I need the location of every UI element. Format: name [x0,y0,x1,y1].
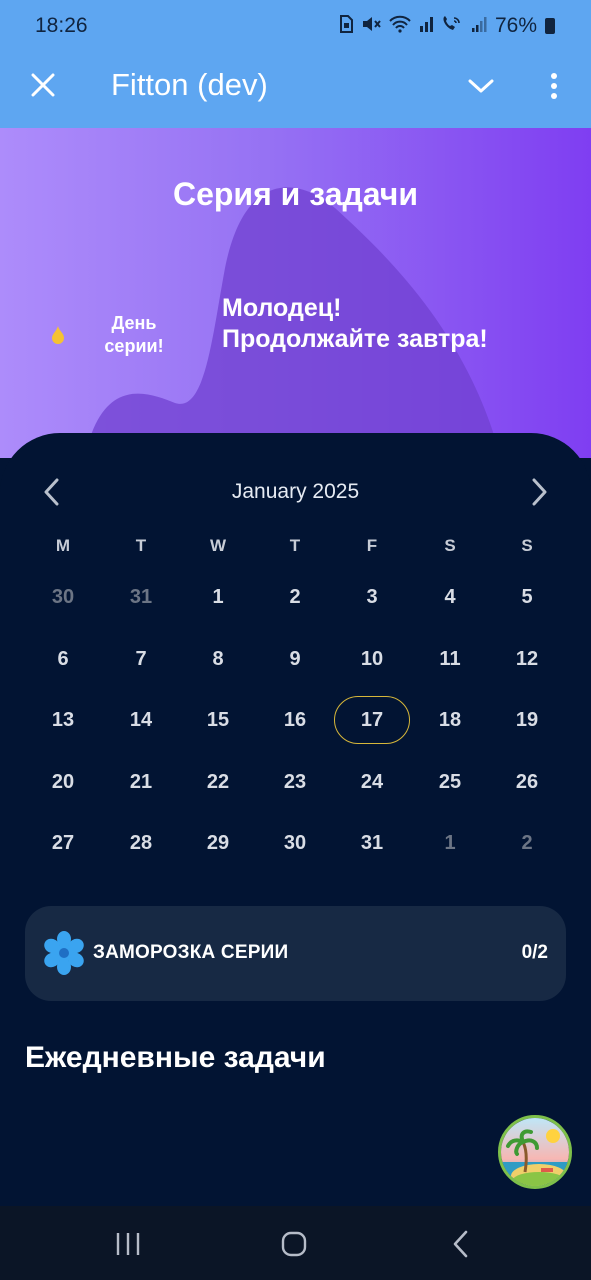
calendar-day[interactable]: 16 [257,696,333,744]
next-month-button[interactable] [523,473,557,511]
calendar-day[interactable]: 24 [334,758,410,806]
streak-day-label: День серии! [104,313,164,356]
streak-flame-icon [52,326,64,344]
battery-percent: 76% [494,14,537,37]
streak-hero: Серия и задачи День серии! Молодец! Прод… [0,128,591,458]
hero-message-line-1: Молодец! [222,294,342,322]
close-button[interactable] [22,64,64,106]
back-button[interactable] [438,1224,482,1264]
app-title: Fitton (dev) [111,67,268,102]
calendar-day[interactable]: 21 [103,758,179,806]
snowflake-icon [44,931,84,975]
calendar-day[interactable]: 19 [489,696,565,744]
calendar-day[interactable]: 14 [103,696,179,744]
hero-message: Молодец! Продолжайте завтра! [222,293,488,355]
weekday-label: T [289,536,301,555]
streak-freeze-count: 0/2 [521,942,548,963]
calendar-day[interactable]: 31 [103,573,179,621]
calendar-day[interactable]: 12 [489,635,565,683]
calendar-day[interactable]: 11 [412,635,488,683]
weekday-label: T [135,536,147,555]
calendar-day[interactable]: 30 [257,819,333,867]
more-vertical-icon [551,73,557,99]
streak-freeze-row[interactable]: ЗАМОРОЗКА СЕРИИ 0/2 [25,906,566,1001]
weekday-label: S [521,536,533,555]
status-bar: 18:26 76% [0,0,591,52]
calendar-day[interactable]: 1 [412,819,488,867]
calendar-day[interactable]: 3 [334,573,410,621]
calendar-day[interactable]: 13 [25,696,101,744]
calendar-day[interactable]: 28 [103,819,179,867]
calendar-day[interactable]: 10 [334,635,410,683]
chevron-right-icon [532,478,547,506]
battery-icon [545,18,555,34]
calendar-day[interactable]: 30 [25,573,101,621]
calendar-day[interactable]: 4 [412,573,488,621]
signal-bars-icon [419,15,433,38]
calendar-day[interactable]: 22 [180,758,256,806]
back-icon [453,1230,468,1258]
wifi-icon [389,15,411,38]
weekday-label: W [209,536,227,555]
calendar-day[interactable]: 26 [489,758,565,806]
volte-call-icon [441,15,463,38]
calendar-day[interactable]: 8 [180,635,256,683]
app-bar: Fitton (dev) [0,52,591,128]
hero-title: Серия и задачи [172,176,419,212]
calendar-day[interactable]: 18 [412,696,488,744]
calendar-day[interactable]: 6 [25,635,101,683]
weekday-label: S [444,536,456,555]
calendar-day[interactable]: 2 [257,573,333,621]
calendar-month-label: January 2025 [231,480,360,503]
recent-apps-button[interactable] [106,1224,150,1264]
calendar-day[interactable]: 27 [25,819,101,867]
system-nav-bar [0,1206,591,1280]
calendar-day[interactable]: 5 [489,573,565,621]
status-icons: 76% [339,14,555,38]
island-fab-button[interactable] [498,1115,572,1189]
recent-apps-icon [116,1233,140,1255]
calendar-day[interactable]: 9 [257,635,333,683]
status-time: 18:26 [35,14,88,37]
minimize-button[interactable] [459,64,503,108]
daily-tasks-title: Ежедневные задачи [25,1041,326,1074]
tropical-island-icon [501,1118,569,1186]
calendar-day[interactable]: 1 [180,573,256,621]
home-icon [281,1231,307,1257]
signal-icon [471,15,487,38]
calendar-day[interactable]: 7 [103,635,179,683]
hero-message-line-2: Продолжайте завтра! [222,325,488,353]
more-options-button[interactable] [536,64,572,108]
calendar-card: January 2025 MTWTFSS 30 31 1 2 3 4 5 6 7 8 9 10 11 12… [0,433,591,1206]
sim-icon [339,14,353,38]
mute-icon [361,15,381,38]
calendar-day-today[interactable]: 17 [334,696,410,744]
calendar-day[interactable]: 15 [180,696,256,744]
streak-freeze-label: ЗАМОРОЗКА СЕРИИ [93,942,289,963]
home-button[interactable] [272,1224,316,1264]
calendar-day[interactable]: 2 [489,819,565,867]
close-icon [31,73,55,97]
weekday-label: M [55,536,71,555]
weekday-label: F [366,536,378,555]
chevron-down-icon [468,79,494,93]
calendar-day[interactable]: 31 [334,819,410,867]
calendar-day[interactable]: 23 [257,758,333,806]
calendar-day[interactable]: 25 [412,758,488,806]
calendar-day[interactable]: 20 [25,758,101,806]
calendar-day[interactable]: 29 [180,819,256,867]
